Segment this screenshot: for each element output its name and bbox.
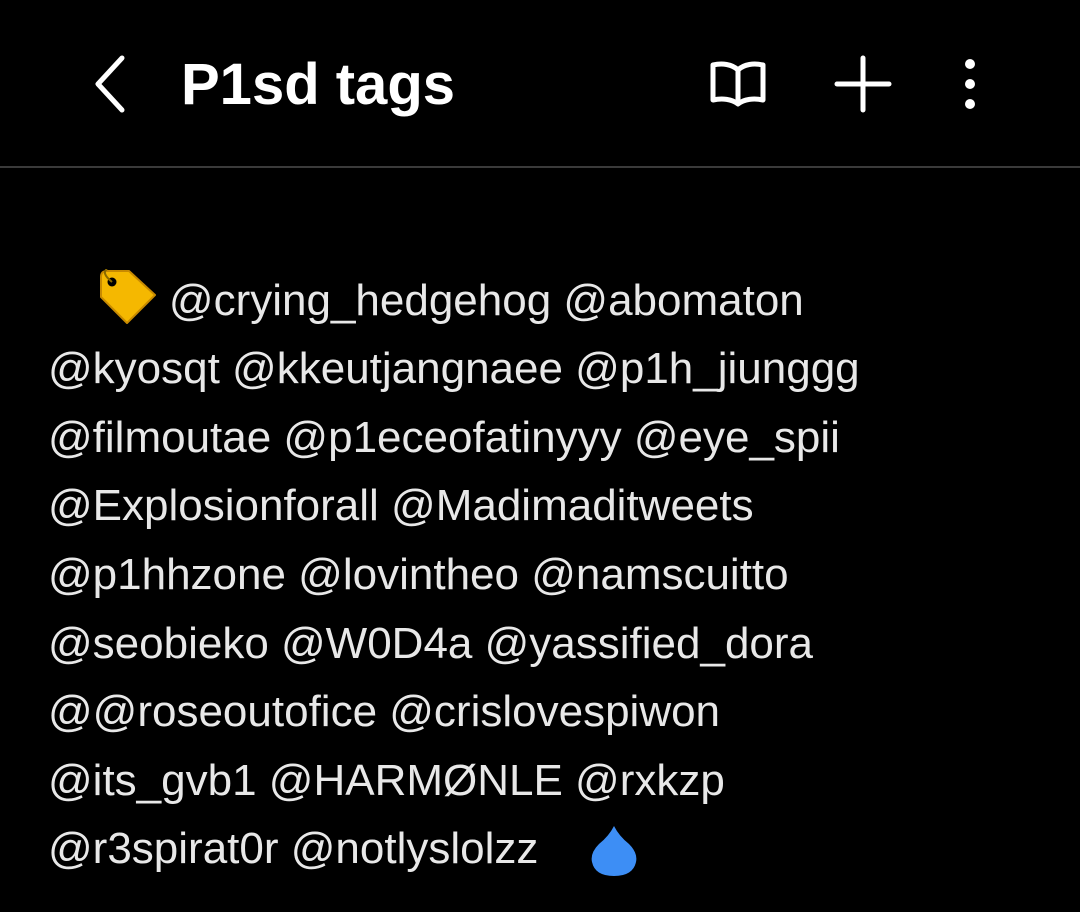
back-button[interactable]: [70, 44, 150, 124]
tag-line-7: @@roseoutofice @crislovespiwon: [48, 687, 721, 737]
tag-line-9: @r3spirat0r @notlyslolzz: [48, 824, 539, 874]
tag-line-3: @filmoutae @p1eceofatinyyy @eye_spii: [48, 412, 840, 462]
tag-line-6: @seobieko @W0D4a @yassified_dora: [48, 618, 814, 668]
more-vertical-icon: [965, 59, 975, 109]
note-text-editor[interactable]: @crying_hedgehog @abomaton @kyosqt @kkeut…: [48, 198, 1038, 912]
plus-icon: [834, 55, 892, 113]
chevron-left-icon: [95, 55, 125, 113]
more-options-button[interactable]: [930, 44, 1010, 124]
label-tag-emoji-icon: [99, 268, 156, 324]
page-title: P1sd tags: [181, 52, 455, 117]
header-divider: [0, 166, 1080, 168]
add-button[interactable]: [823, 44, 903, 124]
tag-line-8: @its_gvb1 @HARMØNLE @rxkzp: [48, 755, 725, 805]
tag-line-4: @Explosionforall @Madimaditweets: [48, 481, 754, 531]
tag-line-2: @kyosqt @kkeutjangnaee @p1h_jiunggg: [48, 344, 860, 394]
note-screen: P1sd tags @crying_hedgehog @abomaton @kyo…: [0, 0, 1080, 912]
app-bar: P1sd tags: [0, 0, 1080, 166]
text-cursor-handle[interactable]: [589, 824, 639, 878]
tag-line-5: @p1hhzone @lovintheo @namscuitto: [48, 549, 789, 599]
tag-line-1: @crying_hedgehog @abomaton: [168, 275, 804, 325]
reader-mode-button[interactable]: [698, 44, 778, 124]
open-book-icon: [710, 61, 766, 107]
